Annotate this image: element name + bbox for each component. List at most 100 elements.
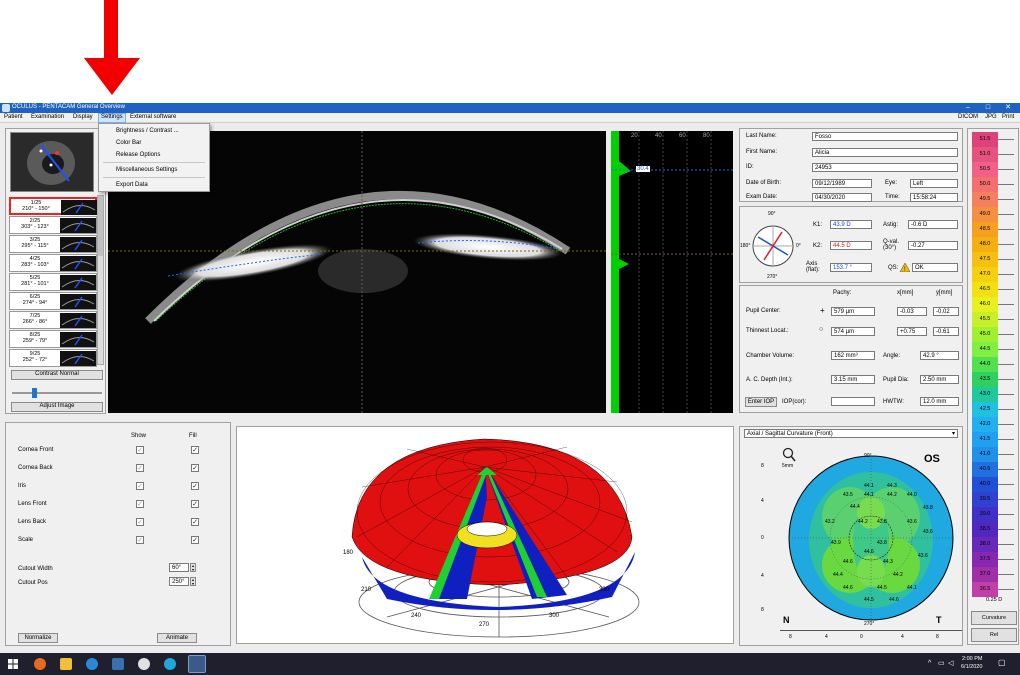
scan-list-item[interactable]: 5/25 281° - 101° — [9, 273, 97, 291]
menu-item-color-bar[interactable]: Color Bar — [116, 140, 141, 146]
fill-checkbox[interactable]: ✓ — [191, 536, 199, 544]
show-checkbox[interactable]: ✓ — [136, 482, 144, 490]
relative-button[interactable]: Rel — [971, 628, 1017, 642]
clock-time[interactable]: 2:00 PM — [962, 656, 982, 662]
scan-list-item[interactable]: 6/25 274° - 94° — [9, 292, 97, 310]
scan-angle: 266° - 86° — [22, 319, 48, 325]
contrast-normal-button[interactable]: Contrast Normal — [11, 370, 103, 380]
time-field[interactable]: 15:58:24 — [910, 193, 958, 202]
scan-list-item[interactable]: 4/25 283° - 103° — [9, 254, 97, 272]
thinnest-pachy[interactable]: 574 µm — [831, 327, 875, 336]
map-y-tick: 4 — [761, 498, 764, 504]
scan-list-item[interactable]: 3/25 295° - 115° — [9, 235, 97, 253]
hwtw-field[interactable]: 12.0 mm — [920, 397, 959, 406]
teamviewer-icon[interactable] — [86, 658, 98, 670]
map-top-angle: 90° — [864, 453, 872, 459]
pupil-center-pachy[interactable]: 579 µm — [831, 307, 875, 316]
last-name-field[interactable]: Fosso — [812, 132, 958, 141]
fill-checkbox[interactable]: ✓ — [191, 518, 199, 526]
k1-field[interactable]: 43.9 D — [830, 220, 872, 229]
dob-field[interactable]: 09/12/1989 — [812, 179, 872, 188]
network-icon[interactable]: ▭ — [938, 659, 945, 667]
iop-field[interactable] — [831, 397, 875, 406]
show-checkbox[interactable]: ✓ — [136, 536, 144, 544]
chamber-volume-field[interactable]: 162 mm³ — [831, 351, 875, 360]
show-checkbox[interactable]: ✓ — [136, 464, 144, 472]
brightness-slider[interactable] — [12, 388, 102, 398]
map-value: 43.9 — [831, 540, 841, 546]
menu-display[interactable]: Display — [71, 114, 95, 120]
map-type-dropdown[interactable]: Axial / Sagittal Curvature (Front) ▾ — [744, 429, 958, 438]
windows-start-icon[interactable] — [8, 659, 18, 669]
display-options-panel: Show Fill Cornea Front ✓ ✓ Cornea Back ✓ ✓ Iri… — [5, 422, 231, 646]
map-value: 44.1 — [864, 483, 874, 489]
show-checkbox[interactable]: ✓ — [136, 518, 144, 526]
edge-icon[interactable] — [164, 658, 176, 670]
notification-icon[interactable]: ▢ — [998, 658, 1006, 667]
maximize-button[interactable]: □ — [978, 103, 998, 113]
eye-field[interactable]: Left — [910, 179, 958, 188]
minimize-button[interactable]: – — [958, 103, 978, 113]
cutout-width-spinner[interactable]: ▴ ▾ — [190, 563, 196, 572]
axis-field[interactable]: 153.7 ° — [830, 263, 872, 272]
dicom-button[interactable]: DICOM — [956, 114, 980, 120]
menu-item-brightness-contrast[interactable]: Brightness / Contrast ... — [116, 128, 179, 134]
scan-list-item[interactable]: 9/25 252° - 72° — [9, 349, 97, 367]
scan-list-scrollbar[interactable] — [97, 195, 104, 365]
volume-icon[interactable]: ◁ — [948, 659, 953, 667]
tray-chevron-icon[interactable]: ^ — [928, 660, 931, 667]
thinnest-y[interactable]: -0.61 — [933, 327, 959, 336]
animate-button[interactable]: Animate — [157, 633, 197, 643]
menu-item-export-data[interactable]: Export Data — [116, 182, 148, 188]
chrome-icon[interactable] — [138, 658, 150, 670]
pupil-center-y[interactable]: -0.02 — [933, 307, 959, 316]
app-icon[interactable] — [112, 658, 124, 670]
menu-patient[interactable]: Patient — [2, 114, 25, 120]
qval-field[interactable]: -0.27 — [908, 241, 958, 250]
exam-date-field[interactable]: 04/30/2020 — [812, 193, 872, 202]
enter-iop-button[interactable]: Enter IOP — [745, 397, 777, 407]
adjust-image-button[interactable]: Adjust Image — [11, 402, 103, 412]
show-checkbox[interactable]: ✓ — [136, 500, 144, 508]
jpg-button[interactable]: JPG — [983, 114, 999, 120]
fill-checkbox[interactable]: ✓ — [191, 464, 199, 472]
curvature-button[interactable]: Curvature — [971, 611, 1017, 625]
cutout-width-field[interactable]: 60° — [169, 563, 189, 572]
pupil-dia-field[interactable]: 2.50 mm — [920, 375, 959, 384]
astig-field[interactable]: -0.6 D — [908, 220, 958, 229]
first-name-field[interactable]: Alicia — [812, 148, 958, 157]
fill-checkbox[interactable]: ✓ — [191, 500, 199, 508]
clock-date[interactable]: 6/1/2020 — [961, 664, 982, 670]
normalize-button[interactable]: Normalize — [18, 633, 58, 643]
fill-checkbox[interactable]: ✓ — [191, 446, 199, 454]
scan-list-item[interactable]: 7/25 266° - 86° — [9, 311, 97, 329]
cutout-pos-field[interactable]: 250° — [169, 577, 189, 586]
qs-field[interactable]: OK — [912, 263, 958, 272]
thinnest-x[interactable]: +0.75 — [897, 327, 927, 336]
densit-tick: 40 — [655, 133, 662, 139]
cutout-pos-spinner[interactable]: ▴ ▾ — [190, 577, 196, 586]
color-scale-cell: 50.5 — [972, 162, 998, 177]
show-checkbox[interactable]: ✓ — [136, 446, 144, 454]
pupil-center-x[interactable]: -0.03 — [897, 307, 927, 316]
file-explorer-icon[interactable] — [60, 658, 72, 670]
close-button[interactable]: ✕ — [998, 103, 1018, 113]
map-value: 44.1 — [907, 585, 917, 591]
menu-examination[interactable]: Examination — [29, 114, 66, 120]
menu-item-release-options[interactable]: Release Options — [116, 152, 160, 158]
acd-field[interactable]: 3.15 mm — [831, 375, 875, 384]
k2-field[interactable]: 44.5 D — [830, 241, 872, 250]
scan-list-item[interactable]: 1/25 210° - 150° — [9, 197, 97, 215]
id-field[interactable]: 24953 — [812, 163, 958, 172]
menu-external-software[interactable]: External software — [128, 114, 178, 120]
menu-item-miscellaneous-settings[interactable]: Miscellaneous Settings — [116, 167, 177, 173]
menu-settings[interactable]: Settings — [98, 113, 126, 123]
scan-list-item[interactable]: 2/25 303° - 123° — [9, 216, 97, 234]
color-scale-cell: 42.0 — [972, 417, 998, 432]
scan-list-item[interactable]: 8/25 259° - 79° — [9, 330, 97, 348]
fill-checkbox[interactable]: ✓ — [191, 482, 199, 490]
firefox-icon[interactable] — [34, 658, 46, 670]
print-button[interactable]: Print — [1000, 114, 1016, 120]
pentacam-taskbar-icon[interactable] — [188, 655, 206, 673]
angle-field[interactable]: 42.9 ° — [920, 351, 959, 360]
